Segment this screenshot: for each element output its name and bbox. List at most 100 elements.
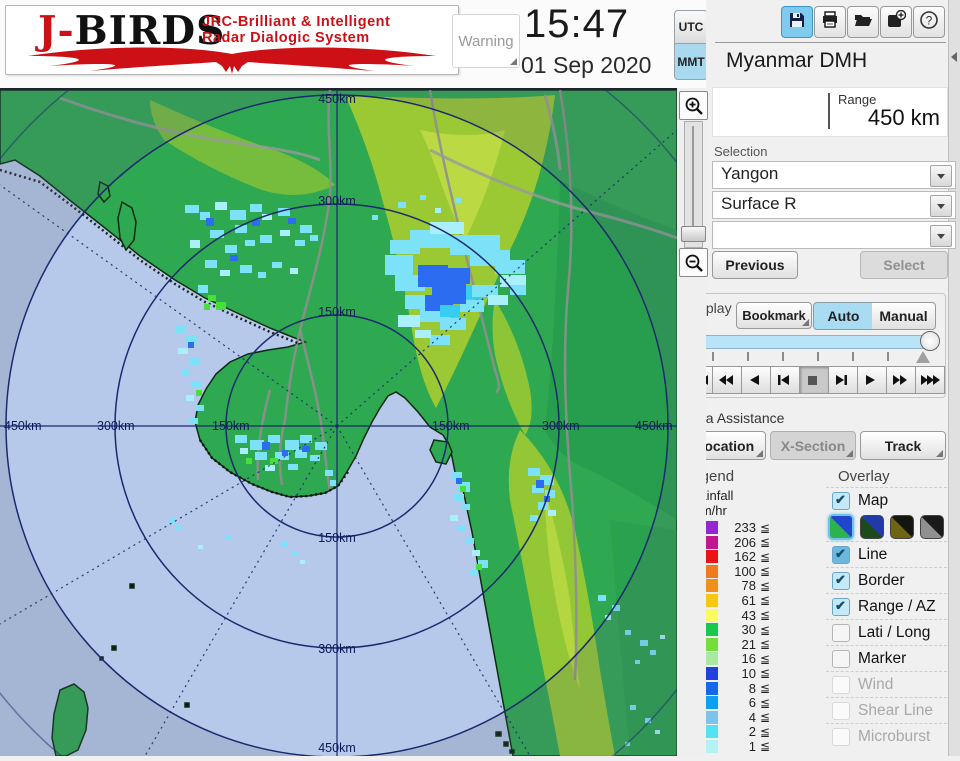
overlay-item-label: Range / AZ <box>858 597 936 615</box>
legend-lte-symbol: ≦ <box>760 549 771 564</box>
radar-map-canvas[interactable]: 450km 300km 150km 150km 300km 450km 450km 300km… <box>0 0 768 761</box>
fast-forward-3-button[interactable] <box>915 366 945 394</box>
legend-row: 206 ≦ <box>688 535 818 550</box>
auto-button[interactable]: Auto <box>813 302 874 330</box>
zoom-in-button[interactable] <box>679 91 708 120</box>
fast-forward-2-button[interactable] <box>886 366 916 394</box>
map-style-swatch-1[interactable] <box>828 514 854 540</box>
legend-row: 21 ≦ <box>688 637 818 652</box>
replay-slider-track[interactable] <box>688 335 937 349</box>
site-dropdown[interactable]: Yangon <box>712 161 956 189</box>
add-image-button[interactable] <box>880 6 912 38</box>
legend-row: 43 ≦ <box>688 607 818 623</box>
previous-button[interactable]: Previous <box>712 251 798 279</box>
legend-lte-symbol: ≦ <box>760 608 771 623</box>
overlay-item-lati-long[interactable]: Lati / Long <box>826 619 947 645</box>
checkbox[interactable] <box>832 571 850 590</box>
option-dropdown[interactable] <box>712 221 956 249</box>
ring-label: 300km <box>542 419 580 433</box>
clock-date: 01 Sep 2020 <box>521 52 652 78</box>
save-icon <box>787 10 807 35</box>
playback-controls <box>683 366 945 394</box>
slider-tick <box>782 352 784 361</box>
map-style-swatch-3[interactable] <box>890 515 914 539</box>
jbirds-logo: J-BIRDS JRC-Brilliant & Intelligent Rada… <box>5 5 459 75</box>
header: J-BIRDS JRC-Brilliant & Intelligent Rada… <box>0 0 708 89</box>
step-back-button[interactable] <box>770 366 800 394</box>
utc-button[interactable]: UTC <box>674 10 708 44</box>
replay-slider-handle[interactable] <box>920 331 940 351</box>
ring-label: 450km <box>4 419 42 433</box>
play-button[interactable] <box>857 366 887 394</box>
fast-forward-3-icon <box>920 375 940 385</box>
overlay-item-marker[interactable]: Marker <box>826 645 947 671</box>
bookmark-button[interactable]: Bookmark <box>736 302 812 329</box>
legend-lte-symbol: ≦ <box>760 535 771 550</box>
panel-collapse-strip[interactable] <box>948 0 960 756</box>
map-style-swatch-4[interactable] <box>920 515 944 539</box>
play-reverse-button[interactable] <box>741 366 771 394</box>
overlay-item-label: Map <box>858 491 889 509</box>
legend-row: 2 ≦ <box>688 724 818 739</box>
overlay-item-line[interactable]: Line <box>826 541 947 567</box>
selection-label: Selection <box>714 144 768 159</box>
legend-value: 233 <box>734 520 756 535</box>
legend-lte-symbol: ≦ <box>760 578 771 593</box>
track-button[interactable]: Track <box>860 431 946 460</box>
zoom-slider-handle[interactable] <box>681 226 706 242</box>
legend-value: 100 <box>734 563 756 579</box>
overlay-label: Overlay <box>838 468 890 485</box>
ring-label: 450km <box>318 92 356 106</box>
ring-label: 150km <box>212 419 250 433</box>
legend-lte-symbol: ≦ <box>760 520 771 535</box>
fast-rewind-2-button[interactable] <box>712 366 742 394</box>
legend-row: 30 ≦ <box>688 622 818 637</box>
checkbox <box>832 701 850 720</box>
slider-tick <box>712 352 714 361</box>
radar-map[interactable]: 450km 300km 150km 150km 300km 450km 450km 300km… <box>0 0 768 761</box>
clock-time: 15:47 <box>524 2 630 46</box>
legend-lte-symbol: ≦ <box>760 710 771 725</box>
overlay-item-label: Marker <box>858 649 907 667</box>
legend-row: 8 ≦ <box>688 681 818 696</box>
legend-value: 43 <box>741 607 756 623</box>
zoom-out-button[interactable] <box>679 248 708 277</box>
legend-lte-symbol: ≦ <box>760 724 771 739</box>
open-folder-button[interactable] <box>847 6 879 38</box>
checkbox[interactable] <box>832 545 850 564</box>
help-icon: ? <box>919 10 939 35</box>
stop-button[interactable] <box>799 366 829 394</box>
legend-lte-symbol: ≦ <box>760 666 771 681</box>
checkbox[interactable] <box>832 623 850 642</box>
station-title: Myanmar DMH <box>726 49 868 72</box>
print-button[interactable] <box>814 6 846 38</box>
dropdown-arrow-icon[interactable] <box>930 195 952 217</box>
checkbox[interactable] <box>832 649 850 668</box>
product-dropdown[interactable]: Surface R <box>712 191 956 219</box>
manual-button[interactable]: Manual <box>872 302 936 330</box>
save-button[interactable] <box>781 6 813 38</box>
mmt-button[interactable]: MMT <box>674 43 708 80</box>
help-button[interactable]: ? <box>913 6 945 38</box>
warning-button[interactable]: Warning <box>452 14 520 68</box>
legend-lte-symbol: ≦ <box>760 593 771 608</box>
overlay-item-label: Line <box>858 545 888 563</box>
checkbox[interactable] <box>832 597 850 616</box>
overlay-item-label: Border <box>858 571 905 589</box>
legend-row: 6 ≦ <box>688 695 818 710</box>
ring-label: 450km <box>635 419 673 433</box>
slider-tick <box>852 352 854 361</box>
stop-icon <box>807 376 817 385</box>
overlay-item-border[interactable]: Border <box>826 567 947 593</box>
legend-row: 61 ≦ <box>688 593 818 608</box>
collapse-left-icon <box>951 52 957 62</box>
legend-value: 78 <box>741 578 756 594</box>
overlay-item-map[interactable]: Map <box>826 487 947 513</box>
legend-value: 16 <box>741 651 756 667</box>
checkbox[interactable] <box>832 491 850 510</box>
dropdown-arrow-icon[interactable] <box>930 225 952 247</box>
overlay-item-range-az[interactable]: Range / AZ <box>826 593 947 619</box>
map-style-swatch-2[interactable] <box>860 515 884 539</box>
step-forward-button[interactable] <box>828 366 858 394</box>
dropdown-arrow-icon[interactable] <box>930 165 952 187</box>
